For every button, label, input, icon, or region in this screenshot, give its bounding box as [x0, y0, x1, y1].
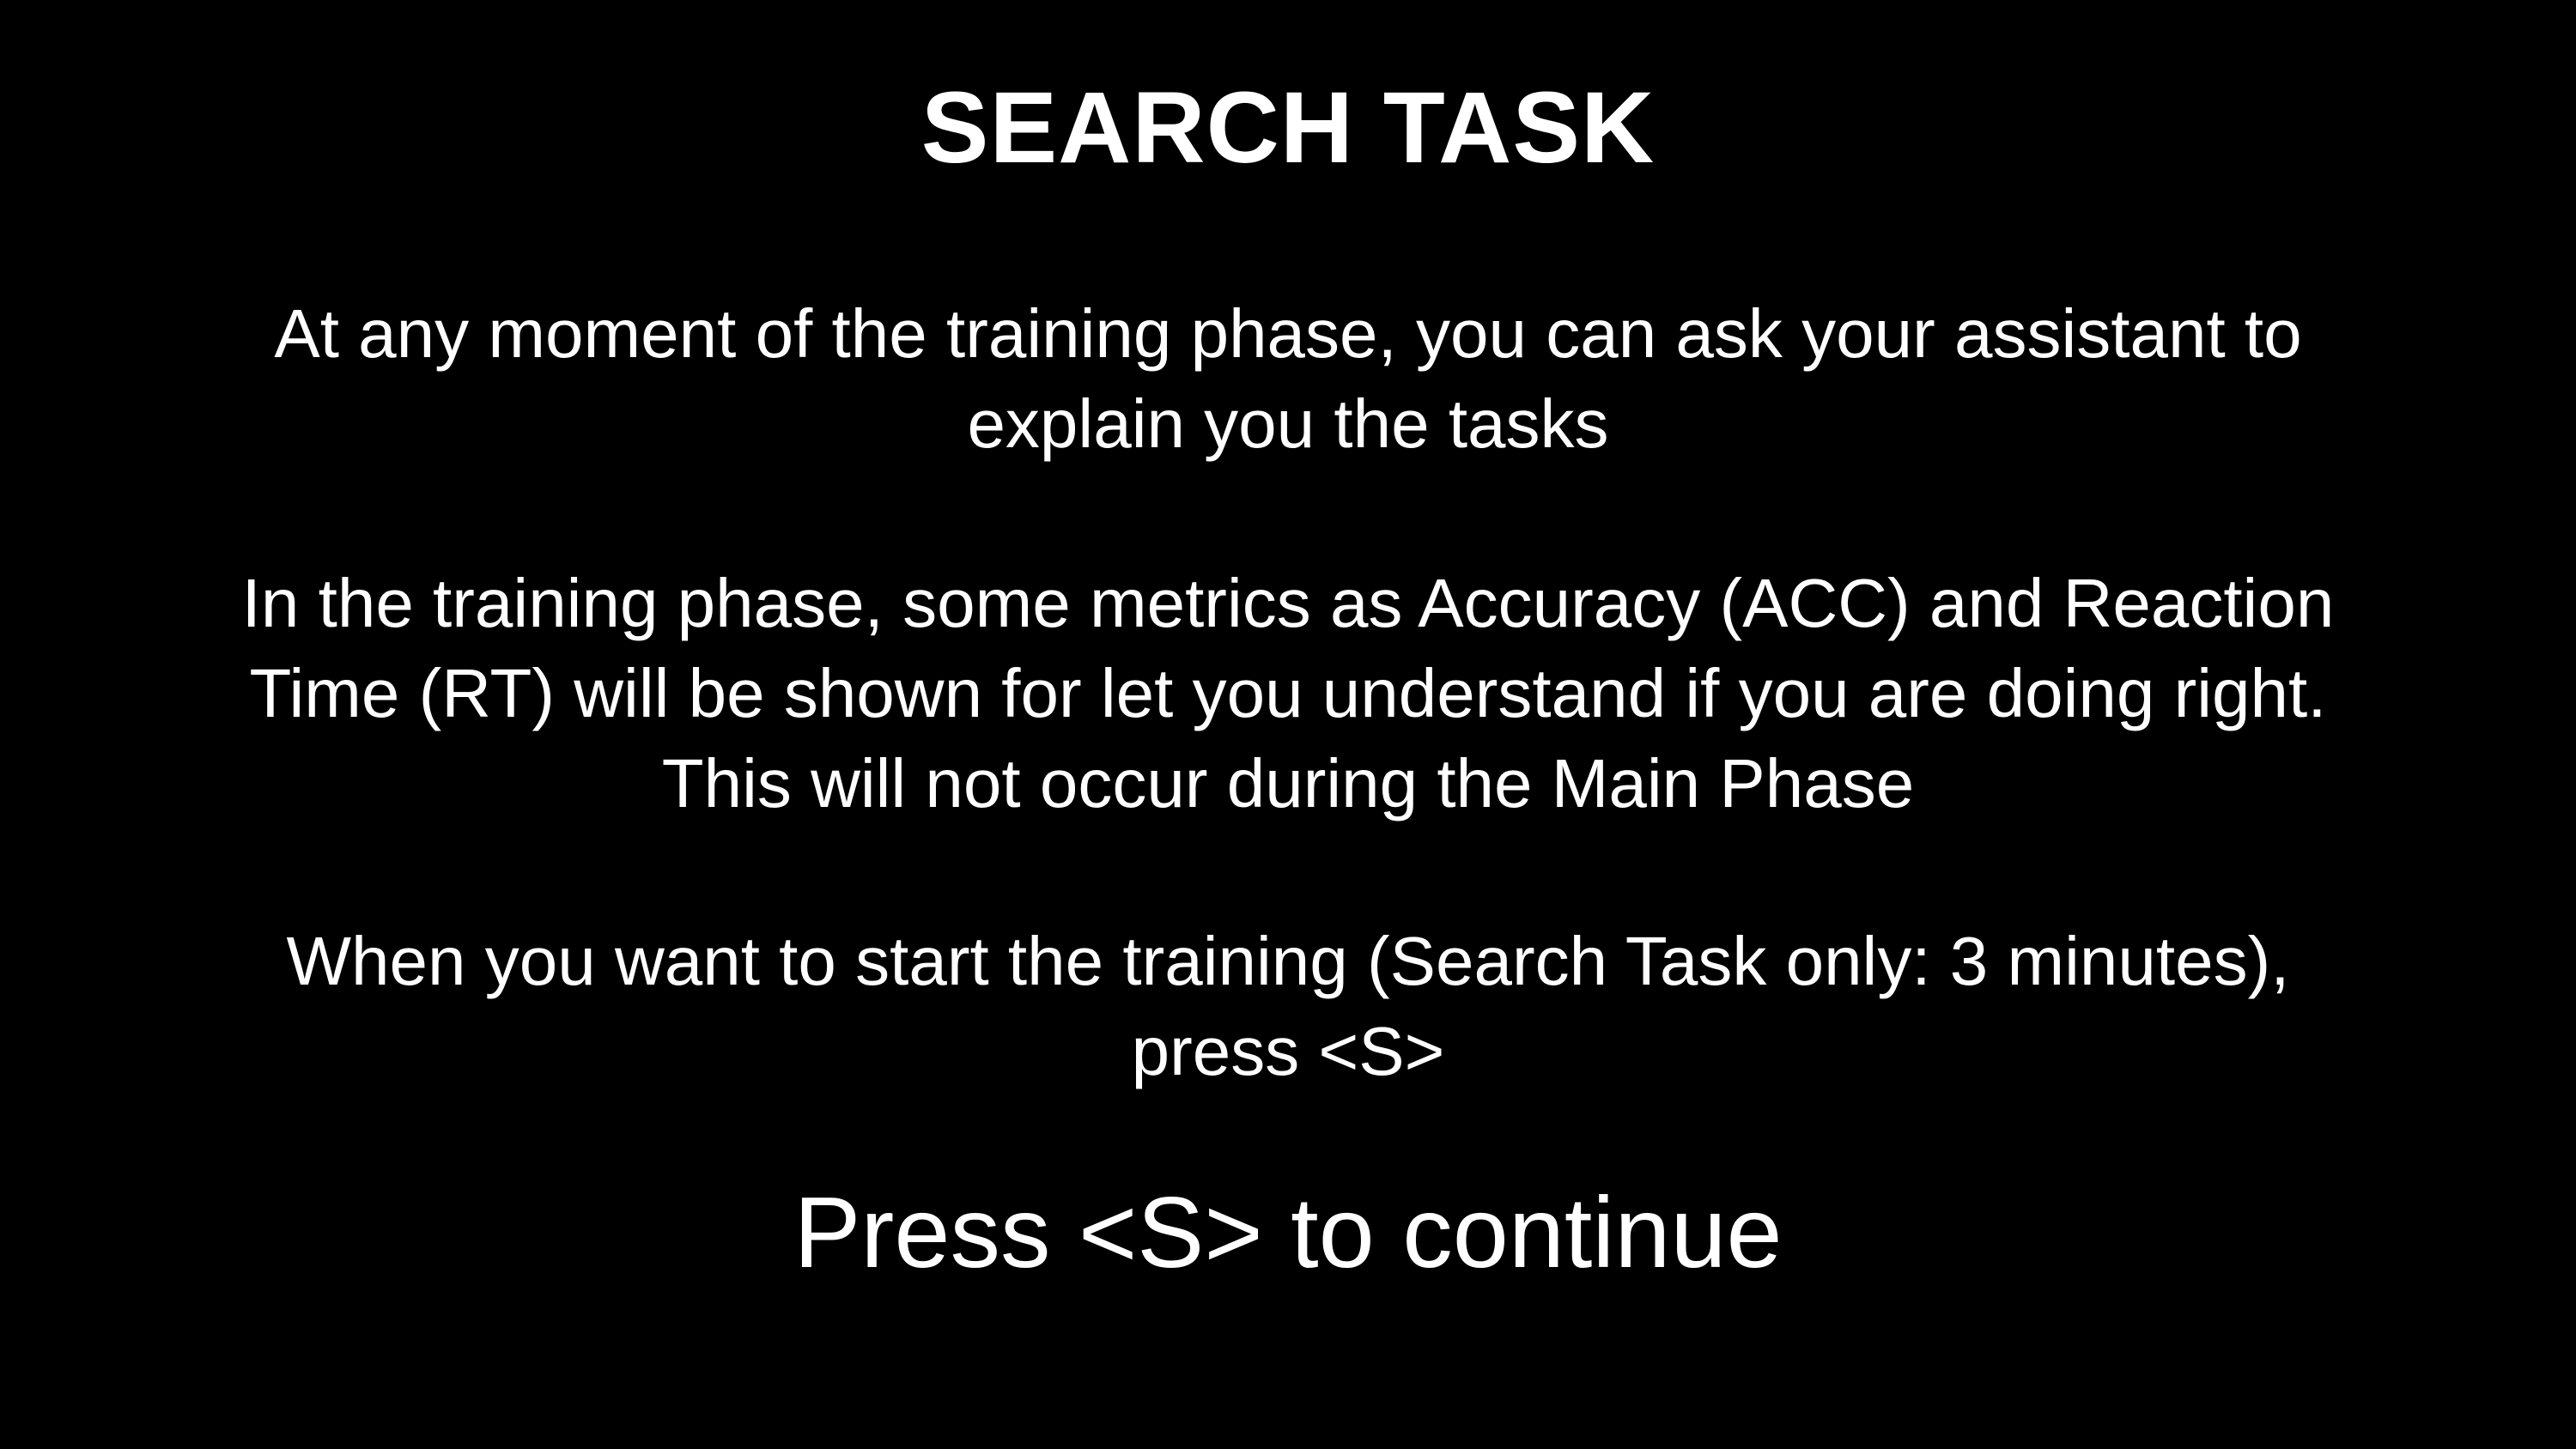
instruction-paragraph-metrics: In the training phase, some metrics as A…	[86, 558, 2490, 828]
page-title: SEARCH TASK	[920, 71, 1656, 185]
instruction-paragraph-assistant: At any moment of the training phase, you…	[86, 288, 2490, 469]
instruction-line: This will not occur during the Main Phas…	[661, 745, 1915, 822]
instruction-screen: SEARCH TASK At any moment of the trainin…	[0, 0, 2576, 1449]
instruction-line: explain you the tasks	[967, 385, 1609, 462]
instruction-line: When you want to start the training (Sea…	[286, 923, 2290, 999]
instruction-line: At any moment of the training phase, you…	[274, 295, 2302, 372]
instruction-line: press <S>	[1131, 1013, 1445, 1089]
instruction-line: In the training phase, some metrics as A…	[241, 565, 2335, 641]
instruction-paragraph-start: When you want to start the training (Sea…	[86, 916, 2490, 1096]
continue-prompt[interactable]: Press <S> to continue	[0, 1173, 2576, 1293]
instruction-line: Time (RT) will be shown for let you unde…	[249, 655, 2327, 731]
